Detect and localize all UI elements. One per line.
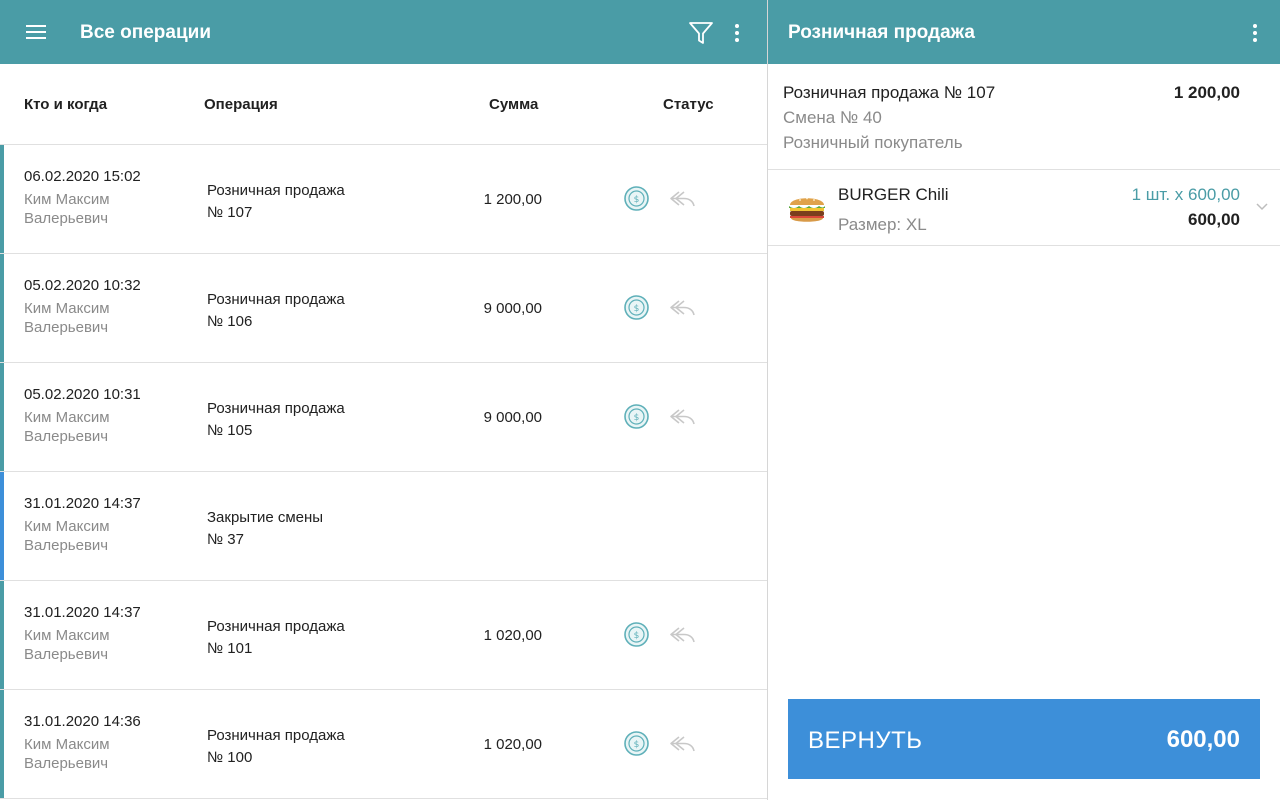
row-sum: 1 020,00	[483, 627, 542, 644]
row-date: 31.01.2020 14:37	[24, 495, 141, 512]
item-name: BURGER Chili	[838, 185, 949, 204]
detail-toolbar: Розничная продажа	[768, 0, 1280, 64]
more-vert-icon[interactable]	[735, 24, 739, 42]
row-sum: 9 000,00	[483, 300, 542, 317]
receipt-shift: Смена № 40	[783, 108, 882, 127]
table-row[interactable]: 31.01.2020 14:37 Ким Максим Валерьевич Р…	[0, 581, 767, 690]
undo-icon[interactable]	[668, 407, 696, 427]
receipt-total: 1 200,00	[1173, 83, 1240, 102]
row-operation-number: № 107	[207, 204, 253, 221]
undo-icon[interactable]	[668, 189, 696, 209]
row-operation-name: Розничная продажа	[207, 291, 345, 308]
chevron-down-icon[interactable]	[1256, 203, 1268, 211]
svg-text:$: $	[634, 740, 640, 750]
row-date: 06.02.2020 15:02	[24, 168, 141, 185]
receipt-title: Розничная продажа № 107	[783, 83, 996, 102]
row-status-bar	[0, 472, 4, 580]
filter-icon[interactable]	[688, 20, 714, 46]
row-operation-name: Закрытие смены	[207, 509, 324, 526]
row-cashier: Ким Максим Валерьевич	[24, 736, 110, 772]
row-operation: Розничная продажа № 107	[207, 180, 345, 224]
return-button-label: ВЕРНУТЬ	[808, 727, 923, 754]
svg-text:$: $	[634, 413, 640, 423]
row-cashier: Ким Максим Валерьевич	[24, 409, 110, 445]
row-operation-number: № 106	[207, 313, 253, 330]
receipt-customer: Розничный покупатель	[783, 133, 963, 152]
table-row[interactable]: 31.01.2020 14:36 Ким Максим Валерьевич Р…	[0, 690, 767, 799]
row-date: 05.02.2020 10:32	[24, 277, 141, 294]
row-operation-number: № 37	[207, 531, 244, 548]
table-row[interactable]: 05.02.2020 10:32 Ким Максим Валерьевич Р…	[0, 254, 767, 363]
row-sum: 1 020,00	[483, 736, 542, 753]
row-operation-name: Розничная продажа	[207, 182, 345, 199]
more-vert-icon[interactable]	[1253, 24, 1257, 42]
row-sum: 1 200,00	[483, 191, 542, 208]
svg-text:$: $	[634, 631, 640, 641]
table-row[interactable]: 06.02.2020 15:02 Ким Максим Валерьевич Р…	[0, 145, 767, 254]
row-operation-name: Розничная продажа	[207, 618, 345, 635]
row-status-bar	[0, 254, 4, 362]
item-quantity: 1 шт. x 600,00	[1131, 185, 1240, 204]
row-operation-name: Розничная продажа	[207, 400, 345, 417]
row-operation-name: Розничная продажа	[207, 727, 345, 744]
row-date: 31.01.2020 14:37	[24, 604, 141, 621]
row-status-bar	[0, 581, 4, 689]
undo-icon[interactable]	[668, 625, 696, 645]
row-operation-number: № 100	[207, 749, 253, 766]
row-operation: Розничная продажа № 100	[207, 725, 345, 769]
coin-icon: $	[624, 186, 649, 211]
row-sum: 9 000,00	[483, 409, 542, 426]
row-operation: Розничная продажа № 101	[207, 616, 345, 660]
return-button-amount: 600,00	[1166, 726, 1240, 753]
row-date: 31.01.2020 14:36	[24, 713, 141, 730]
row-status-bar	[0, 690, 4, 798]
app-root: Все операции Кто и когда Операция Сумма …	[0, 0, 1280, 800]
return-button[interactable]: ВЕРНУТЬ 600,00	[788, 699, 1260, 779]
receipt-item[interactable]: BURGER Chili Размер: XL 1 шт. x 600,00 6…	[768, 170, 1280, 246]
column-header-who[interactable]: Кто и когда	[24, 96, 107, 113]
column-header-status[interactable]: Статус	[663, 96, 714, 113]
row-operation-number: № 101	[207, 640, 253, 657]
row-operation-number: № 105	[207, 422, 253, 439]
table-row[interactable]: 31.01.2020 14:37 Ким Максим Валерьевич З…	[0, 472, 767, 581]
item-size: Размер: XL	[838, 215, 927, 234]
coin-icon: $	[624, 404, 649, 429]
row-cashier: Ким Максим Валерьевич	[24, 300, 110, 336]
operations-panel: Все операции Кто и когда Операция Сумма …	[0, 0, 767, 800]
menu-icon[interactable]	[26, 25, 46, 39]
table-header: Кто и когда Операция Сумма Статус	[0, 64, 767, 145]
row-cashier: Ким Максим Валерьевич	[24, 518, 110, 554]
undo-icon[interactable]	[668, 734, 696, 754]
row-date: 05.02.2020 10:31	[24, 386, 141, 403]
row-cashier: Ким Максим Валерьевич	[24, 627, 110, 663]
column-header-sum[interactable]: Сумма	[489, 96, 538, 113]
column-header-operation[interactable]: Операция	[204, 96, 278, 113]
detail-toolbar-title: Розничная продажа	[788, 22, 975, 43]
undo-icon[interactable]	[668, 298, 696, 318]
coin-icon: $	[624, 731, 649, 756]
row-status-bar	[0, 145, 4, 253]
row-operation: Розничная продажа № 105	[207, 398, 345, 442]
operations-toolbar: Все операции	[0, 0, 767, 64]
row-status-bar	[0, 363, 4, 471]
page-title: Все операции	[80, 22, 211, 43]
coin-icon: $	[624, 622, 649, 647]
burger-icon	[789, 197, 825, 222]
coin-icon: $	[624, 295, 649, 320]
svg-text:$: $	[634, 304, 640, 314]
receipt-summary: Розничная продажа № 107 1 200,00 Смена №…	[768, 64, 1280, 170]
row-operation: Розничная продажа № 106	[207, 289, 345, 333]
operations-list: 06.02.2020 15:02 Ким Максим Валерьевич Р…	[0, 145, 767, 799]
row-cashier: Ким Максим Валерьевич	[24, 191, 110, 227]
row-operation: Закрытие смены № 37	[207, 507, 323, 551]
item-amount: 600,00	[1188, 210, 1240, 229]
svg-text:$: $	[634, 195, 640, 205]
table-row[interactable]: 05.02.2020 10:31 Ким Максим Валерьевич Р…	[0, 363, 767, 472]
